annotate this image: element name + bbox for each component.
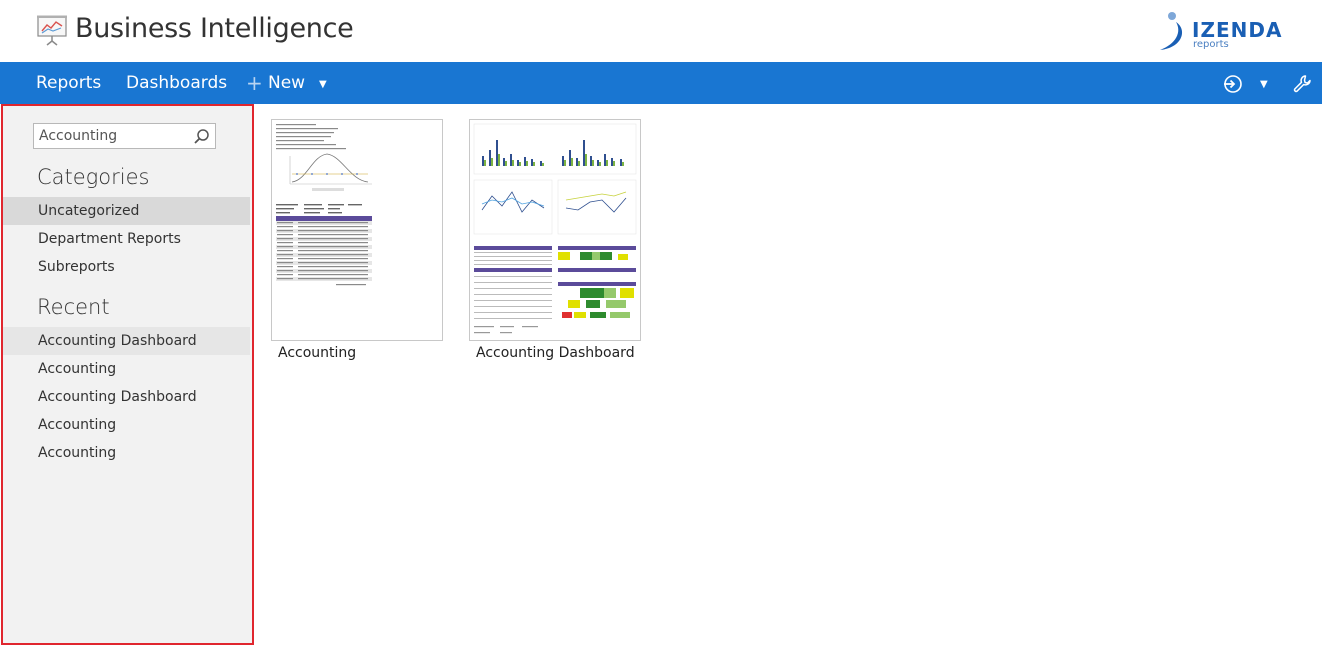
plus-icon[interactable]: + — [246, 71, 263, 95]
izenda-logo: IZENDA reports — [1156, 8, 1316, 54]
dashboard-thumbnail[interactable] — [469, 119, 641, 341]
nav-dashboards[interactable]: Dashboards — [126, 73, 227, 93]
recent-item[interactable]: Accounting — [3, 355, 250, 383]
recent-title: Recent — [37, 295, 110, 319]
search-icon[interactable] — [193, 128, 210, 145]
recent-item[interactable]: Accounting Dashboard — [3, 383, 250, 411]
izenda-swoosh-icon — [1160, 12, 1183, 50]
report-card-accounting[interactable]: Accounting — [271, 119, 443, 361]
search-input[interactable] — [39, 127, 189, 145]
brand-subtitle: reports — [1193, 39, 1229, 50]
search-box[interactable] — [33, 123, 216, 149]
recent-item[interactable]: Accounting — [3, 411, 250, 439]
main-navbar: Reports Dashboards + New ▼ ▼ — [0, 62, 1322, 104]
category-item-department-reports[interactable]: Department Reports — [3, 225, 250, 253]
categories-title: Categories — [37, 165, 150, 189]
dashboard-preview-image — [473, 123, 637, 334]
nav-reports[interactable]: Reports — [36, 73, 101, 93]
report-card-label[interactable]: Accounting — [278, 345, 356, 361]
category-item-subreports[interactable]: Subreports — [3, 253, 250, 281]
presentation-board-icon — [37, 15, 67, 46]
nav-new[interactable]: New — [268, 73, 305, 93]
sidebar-panel: Categories Uncategorized Department Repo… — [1, 104, 254, 645]
category-item-uncategorized[interactable]: Uncategorized — [3, 197, 250, 225]
report-thumbnail[interactable] — [271, 119, 443, 341]
report-preview-image — [276, 124, 372, 286]
new-dropdown-caret-icon[interactable]: ▼ — [319, 79, 327, 90]
sign-in-icon[interactable] — [1222, 74, 1242, 94]
report-card-label[interactable]: Accounting Dashboard — [476, 345, 635, 361]
recent-item[interactable]: Accounting Dashboard — [3, 327, 250, 355]
report-card-accounting-dashboard[interactable]: Accounting Dashboard — [469, 119, 641, 361]
app-title: Business Intelligence — [75, 13, 354, 44]
user-dropdown-caret-icon[interactable]: ▼ — [1260, 79, 1268, 90]
wrench-icon[interactable] — [1292, 74, 1312, 94]
recent-item[interactable]: Accounting — [3, 439, 250, 467]
app-header: Business Intelligence IZENDA reports — [0, 0, 1322, 62]
